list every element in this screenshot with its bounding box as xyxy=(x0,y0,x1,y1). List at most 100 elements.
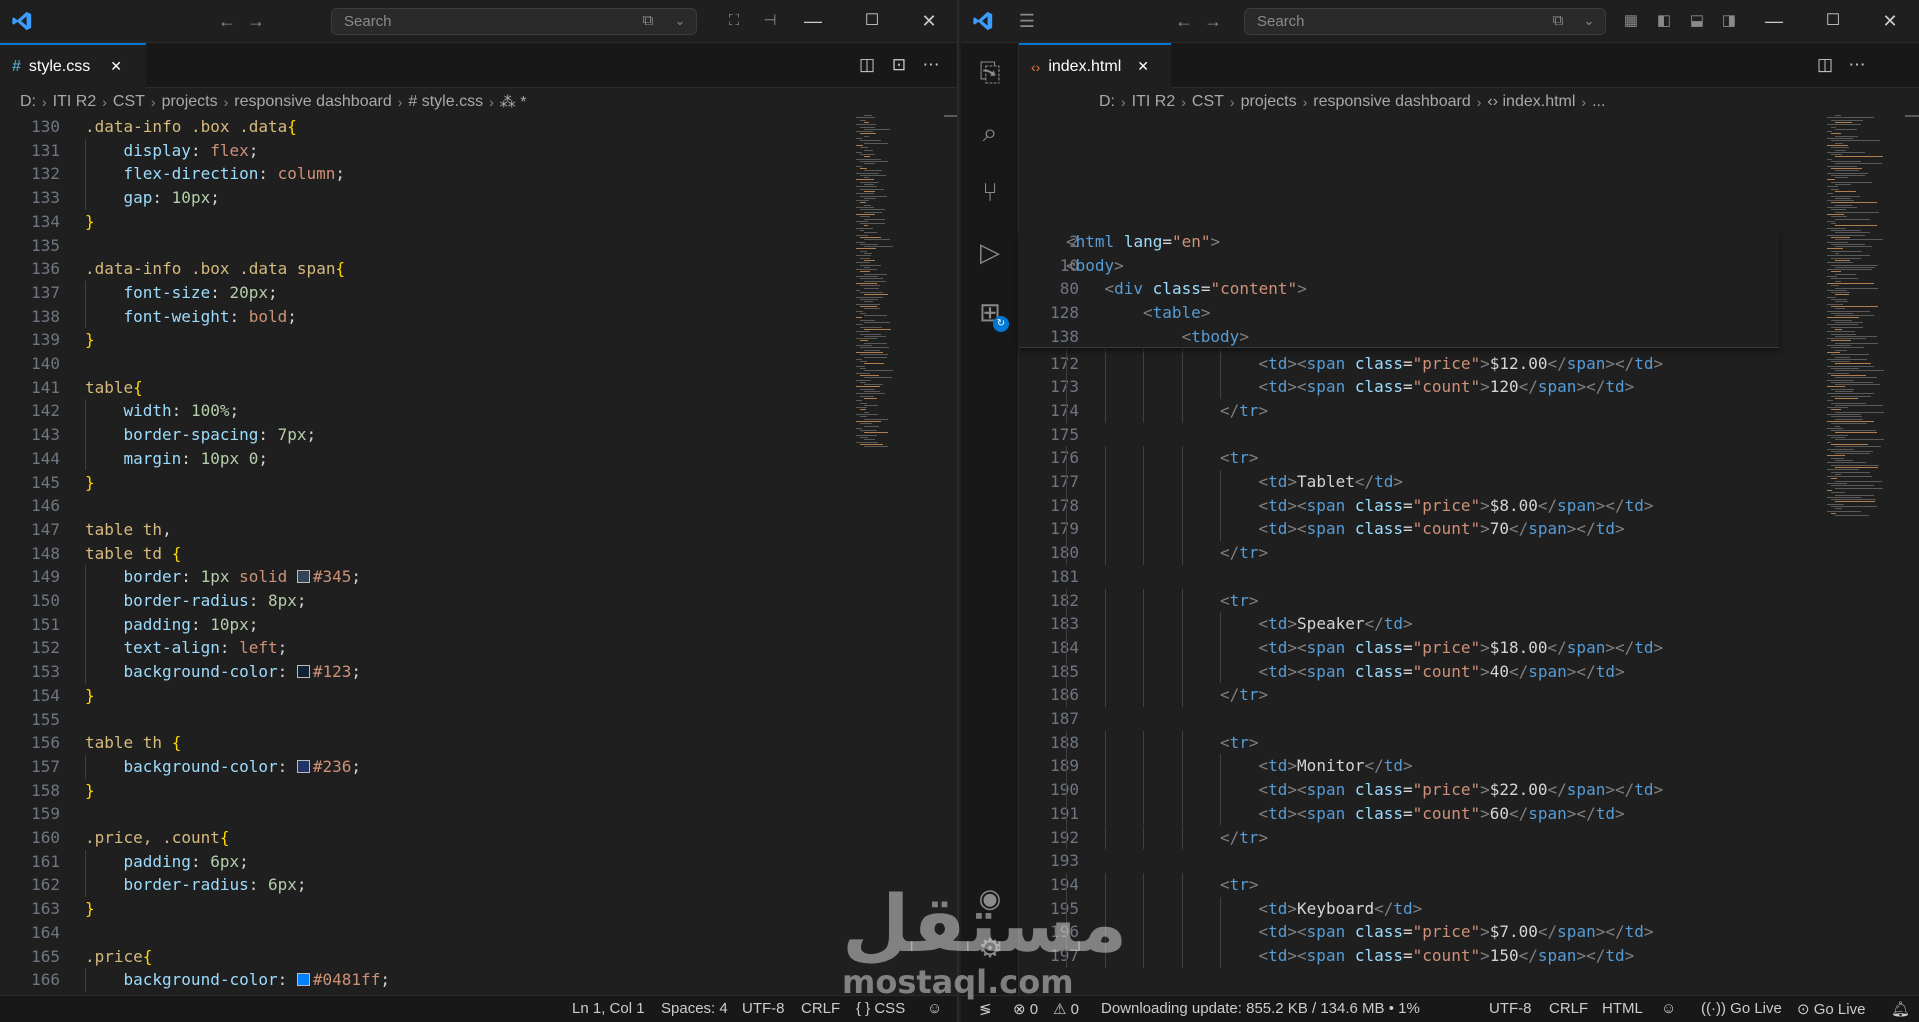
code-line[interactable]: 148 table td { xyxy=(0,542,840,566)
minimize-icon[interactable]: — xyxy=(798,9,828,33)
code-line[interactable]: 183 <td>Speaker</td> xyxy=(1019,612,1779,636)
code-line[interactable]: 163} xyxy=(0,897,840,921)
breadcrumb-item[interactable]: CST xyxy=(113,93,145,111)
code-editor[interactable]: 167<td><span class="count">30</span></td… xyxy=(1019,115,1779,995)
explorer-icon[interactable]: ⎘ xyxy=(975,57,1005,87)
breadcrumb-item[interactable]: ⁂ * xyxy=(500,92,527,112)
color-swatch-icon[interactable] xyxy=(296,665,310,679)
remote-icon[interactable]: ≶ xyxy=(979,1000,992,1018)
copilot-icon[interactable]: ⧉ xyxy=(1546,11,1570,31)
code-line[interactable]: 136 .data-info .box .data span{ xyxy=(0,257,840,281)
code-line[interactable]: 161 padding: 6px; xyxy=(0,849,840,874)
close-tab-icon[interactable]: ✕ xyxy=(1137,58,1149,75)
breadcrumb-item[interactable]: D: xyxy=(1099,93,1115,111)
breadcrumb-item[interactable]: D: xyxy=(20,93,36,111)
copilot-status-icon[interactable]: ☺ xyxy=(1661,1000,1676,1017)
code-line[interactable]: 153 background-color: #123; xyxy=(0,660,840,684)
code-line[interactable]: 128 <table> xyxy=(1019,301,1779,325)
code-line[interactable]: 134} xyxy=(0,210,840,234)
language-mode[interactable]: HTML xyxy=(1602,1000,1643,1017)
language-mode[interactable]: { } CSS xyxy=(856,1000,905,1017)
source-control-icon[interactable]: ⑂ xyxy=(975,177,1005,207)
vertical-scrollbar[interactable] xyxy=(1905,115,1919,995)
code-line[interactable]: 174 </tr> xyxy=(1019,398,1779,423)
toggle-primary-sidebar-icon[interactable]: ◧ xyxy=(1652,11,1676,31)
code-line[interactable]: 157 background-color: #236; xyxy=(0,754,840,779)
code-line[interactable]: 149 border: 1px solid #345; xyxy=(0,565,840,589)
code-line[interactable]: 175 xyxy=(1019,423,1779,447)
breadcrumb-item[interactable]: # style.css xyxy=(408,93,483,111)
more-actions-icon[interactable]: ⋯ xyxy=(919,55,943,75)
code-line[interactable]: 178 <td><span class="price">$8.00</span><… xyxy=(1019,493,1779,518)
code-line[interactable]: 189 <td>Monitor</td> xyxy=(1019,754,1779,779)
go-live-button-2[interactable]: ⊙ Go Live xyxy=(1797,1000,1865,1018)
code-line[interactable]: 197 <td><span class="count">150</span></t… xyxy=(1019,944,1779,968)
toggle-secondary-sidebar-icon[interactable]: ◨ xyxy=(1717,11,1741,31)
vertical-scrollbar[interactable] xyxy=(944,115,957,995)
code-line[interactable]: 195 <td>Keyboard</td> xyxy=(1019,896,1779,921)
vscode-logo-icon[interactable] xyxy=(10,10,34,32)
more-actions-icon[interactable]: ⋯ xyxy=(1845,55,1869,75)
code-line[interactable]: 132 flex-direction: column; xyxy=(0,162,840,187)
minimap[interactable] xyxy=(856,115,946,455)
go-live-button-1[interactable]: ((·)) Go Live xyxy=(1701,1000,1782,1017)
update-progress[interactable]: Downloading update: 855.2 KB / 134.6 MB … xyxy=(1101,1000,1420,1017)
breadcrumb-item[interactable]: CST xyxy=(1192,93,1224,111)
code-line[interactable]: 159 xyxy=(0,802,840,826)
code-line[interactable]: 158} xyxy=(0,779,840,803)
breadcrumb-item[interactable]: ... xyxy=(1592,93,1605,111)
code-line[interactable]: 192 </tr> xyxy=(1019,825,1779,850)
code-line[interactable]: 176 <tr> xyxy=(1019,446,1779,470)
open-changes-icon[interactable]: ⊡ xyxy=(887,55,911,75)
code-line[interactable]: 10 <body> xyxy=(1019,254,1779,278)
code-line[interactable]: 150 border-radius: 8px; xyxy=(0,589,840,613)
pin-icon[interactable]: ⊣ xyxy=(758,11,782,31)
breadcrumb-item[interactable]: ITI R2 xyxy=(1132,93,1176,111)
end-of-line[interactable]: CRLF xyxy=(1549,1000,1588,1017)
close-window-icon[interactable]: ✕ xyxy=(914,9,944,33)
chevron-down-icon[interactable]: ⌄ xyxy=(668,11,692,31)
customize-layout-icon[interactable]: ▦ xyxy=(1619,11,1643,31)
code-line[interactable]: 141 table{ xyxy=(0,376,840,400)
code-line[interactable]: 179 <td><span class="count">70</span></td… xyxy=(1019,517,1779,542)
notifications-bell-icon[interactable]: 🔔︎ xyxy=(1891,1000,1910,1018)
close-tab-icon[interactable]: ✕ xyxy=(110,58,122,75)
chevron-down-icon[interactable]: ⌄ xyxy=(1577,11,1601,31)
sticky-scroll-header[interactable]: 2 <html lang="en"> 10 <body> 80 <div class="c… xyxy=(1019,230,1779,348)
code-line[interactable]: 155 xyxy=(0,708,840,732)
tab-style-css[interactable]: # style.css ✕ xyxy=(0,43,146,88)
code-line[interactable]: 187 xyxy=(1019,707,1779,731)
copilot-icon[interactable]: ⧉ xyxy=(636,11,660,31)
code-line[interactable]: 133 gap: 10px; xyxy=(0,186,840,210)
tab-index-html[interactable]: ‹› index.html ✕ xyxy=(1019,43,1171,88)
breadcrumb-item[interactable]: projects xyxy=(162,93,218,111)
vscode-logo-icon[interactable] xyxy=(971,10,995,32)
menu-icon[interactable]: ☰ xyxy=(1015,11,1039,31)
breadcrumb-item[interactable]: responsive dashboard xyxy=(234,93,391,111)
code-line[interactable]: 144 margin: 10px 0; xyxy=(0,446,840,471)
code-line[interactable]: 138 font-weight: bold; xyxy=(0,304,840,329)
code-line[interactable]: 162 border-radius: 6px; xyxy=(0,873,840,898)
code-line[interactable]: 180 </tr> xyxy=(1019,541,1779,565)
color-swatch-icon[interactable] xyxy=(296,759,310,773)
cursor-position[interactable]: Ln 1, Col 1 xyxy=(572,1000,645,1017)
code-line[interactable]: 135 xyxy=(0,234,840,258)
breadcrumb-item[interactable]: ‹› index.html xyxy=(1487,93,1575,111)
code-line[interactable]: 191 <td><span class="count">60</span></td… xyxy=(1019,801,1779,826)
split-editor-icon[interactable]: ◫ xyxy=(855,55,879,75)
end-of-line[interactable]: CRLF xyxy=(801,1000,840,1017)
minimize-icon[interactable]: — xyxy=(1759,9,1789,33)
code-line[interactable]: 173 <td><span class="count">120</span></t… xyxy=(1019,375,1779,399)
encoding[interactable]: UTF-8 xyxy=(742,1000,785,1017)
code-line[interactable]: 138 <tbody> xyxy=(1019,325,1779,349)
color-swatch-icon[interactable] xyxy=(296,570,310,584)
encoding[interactable]: UTF-8 xyxy=(1489,1000,1532,1017)
code-line[interactable]: 147 table th, xyxy=(0,518,840,542)
code-line[interactable]: 186 </tr> xyxy=(1019,683,1779,707)
code-line[interactable]: 181 xyxy=(1019,565,1779,589)
code-line[interactable]: 80 <div class="content"> xyxy=(1019,277,1779,301)
code-line[interactable]: 146 xyxy=(0,494,840,518)
breadcrumb-item[interactable]: responsive dashboard xyxy=(1313,93,1470,111)
back-arrow-icon[interactable]: ← xyxy=(215,11,239,31)
copilot-status-icon[interactable]: ☺ xyxy=(927,1000,942,1017)
